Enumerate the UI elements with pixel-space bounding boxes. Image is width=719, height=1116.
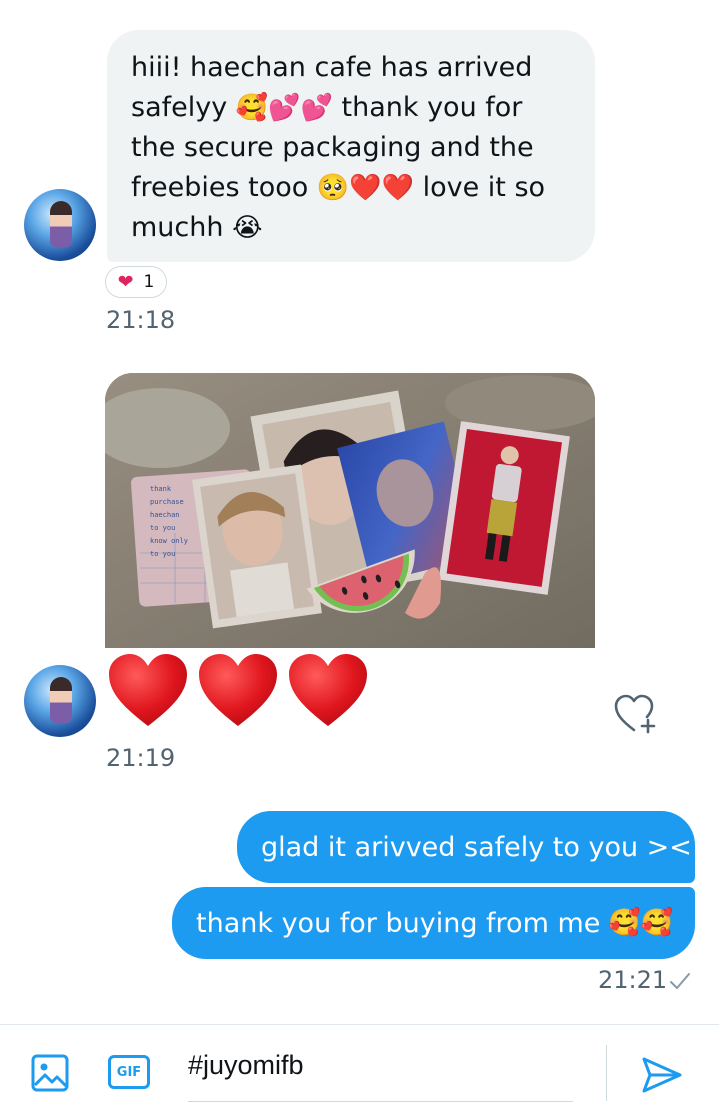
message-timestamp: 21:18	[106, 306, 176, 334]
message-text: muchh	[131, 212, 224, 243]
image-icon[interactable]	[30, 1053, 70, 1093]
message-line: muchh 😭	[131, 208, 571, 248]
sent-check-icon	[670, 973, 690, 989]
hearts-emoji-message[interactable]	[107, 652, 369, 728]
pleading-hearts-emoji: 🥺❤️❤️	[316, 173, 414, 203]
red-heart-icon	[199, 654, 277, 726]
message-line: hiii! haechan cafe has arrived	[131, 48, 571, 88]
outgoing-message-bubble[interactable]: thank you for buying from me 🥰🥰	[172, 887, 695, 959]
message-text: hiii! haechan cafe has arrived	[131, 52, 533, 83]
message-text: freebies tooo	[131, 172, 309, 203]
gif-button[interactable]: GIF	[108, 1055, 150, 1089]
message-timestamp: 21:21	[598, 966, 668, 994]
message-timestamp: 21:19	[106, 744, 176, 772]
photo-image: thank purchase haechan to you know only …	[105, 373, 595, 648]
red-heart-icon	[289, 654, 367, 726]
dm-conversation: hiii! haechan cafe has arrived safelyy 🥰…	[0, 0, 719, 1116]
red-heart-icon	[109, 654, 187, 726]
message-text: thank you for buying from me	[196, 907, 601, 939]
reaction-count: 1	[143, 272, 155, 292]
message-text: the secure packaging and the	[131, 132, 534, 163]
sender-avatar[interactable]	[24, 189, 96, 261]
message-line: freebies tooo 🥺❤️❤️ love it so	[131, 168, 571, 208]
send-icon[interactable]	[640, 1055, 684, 1095]
message-input[interactable]: #juyomifb	[188, 1045, 573, 1102]
heart-icon: ❤	[117, 271, 134, 293]
avatar-figure	[50, 677, 72, 723]
message-composer: GIF #juyomifb	[0, 1024, 719, 1116]
smiling-hearts-emoji: 🥰💕💕	[235, 93, 333, 123]
sender-avatar[interactable]	[24, 665, 96, 737]
crying-emoji: 😭	[232, 213, 263, 243]
incoming-message-bubble[interactable]: hiii! haechan cafe has arrived safelyy 🥰…	[107, 30, 595, 262]
composer-divider	[606, 1045, 607, 1101]
message-reaction[interactable]: ❤ 1	[105, 266, 167, 298]
message-text: glad it arivved safely to you ><	[261, 831, 692, 863]
avatar-figure	[50, 201, 72, 247]
message-text: thank you for	[341, 92, 523, 123]
smiling-hearts-emoji: 🥰🥰	[608, 908, 674, 938]
message-line: the secure packaging and the	[131, 128, 571, 168]
photo-message[interactable]: thank purchase haechan to you know only …	[105, 373, 595, 648]
message-text: love it so	[422, 172, 546, 203]
outgoing-message-bubble[interactable]: glad it arivved safely to you ><	[237, 811, 695, 883]
message-line: safelyy 🥰💕💕 thank you for	[131, 88, 571, 128]
message-text: safelyy	[131, 92, 228, 123]
add-reaction-heart-icon[interactable]	[610, 690, 658, 738]
